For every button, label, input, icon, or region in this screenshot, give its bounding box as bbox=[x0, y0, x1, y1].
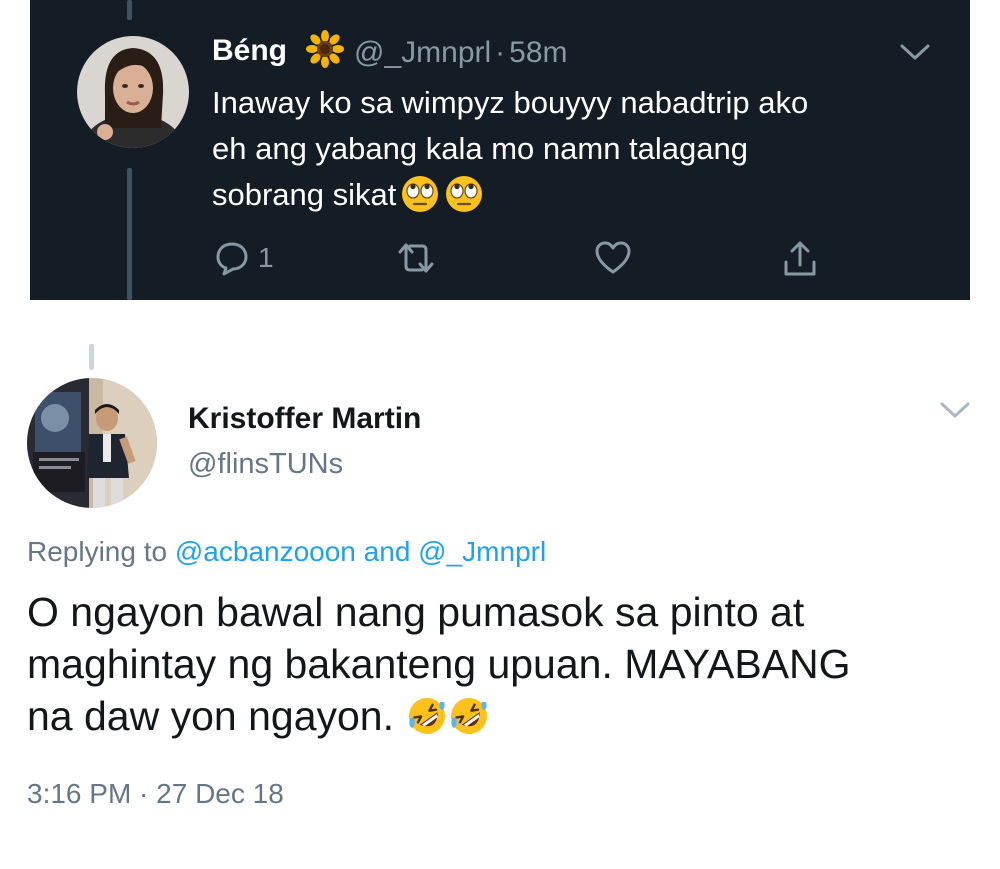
tweet-meta: @_Jmnprl · 58m bbox=[354, 36, 568, 70]
meta-separator: · bbox=[495, 36, 506, 69]
tweet-text-line: Inaway ko sa wimpyz bouyyy nabadtrip ako bbox=[212, 85, 809, 120]
display-name[interactable]: Béng bbox=[212, 34, 287, 68]
rolling-on-floor-laughing-icon bbox=[449, 696, 489, 736]
thread-line bbox=[89, 344, 94, 370]
thread-line-bottom bbox=[127, 168, 132, 300]
tweet-text-line: na daw yon ngayon. bbox=[27, 693, 394, 739]
tweet-text-line-last: sobrang sikat bbox=[212, 172, 932, 218]
tweet-text: Inaway ko sa wimpyz bouyyy nabadtrip ako… bbox=[212, 80, 932, 218]
like-icon[interactable] bbox=[594, 240, 632, 276]
tweet-text: O ngayon bawal nang pumasok sa pinto at … bbox=[27, 586, 977, 742]
tweet-text-line-last: na daw yon ngayon. bbox=[27, 690, 977, 742]
handle[interactable]: @flinsTUNs bbox=[188, 448, 343, 481]
replying-to: Replying to @acbanzooon and @_Jmnprl bbox=[27, 536, 546, 568]
rolling-on-floor-laughing-icon bbox=[407, 696, 447, 736]
face-with-rolling-eyes-icon bbox=[444, 174, 484, 214]
quoted-tweet[interactable]: Béng @_Jmnprl · 58m Inaway ko sa wimpyz bo… bbox=[30, 0, 970, 300]
display-name[interactable]: Kristoffer Martin bbox=[188, 402, 421, 436]
avatar[interactable] bbox=[77, 36, 189, 148]
share-icon[interactable] bbox=[782, 240, 818, 276]
chevron-down-icon[interactable] bbox=[938, 400, 972, 420]
tweet-text-line: sobrang sikat bbox=[212, 177, 397, 212]
reply-icon[interactable] bbox=[214, 240, 250, 276]
thread-line-top bbox=[127, 0, 132, 20]
face-with-rolling-eyes-icon bbox=[400, 174, 440, 214]
avatar[interactable] bbox=[27, 378, 157, 508]
chevron-down-icon[interactable] bbox=[898, 42, 932, 62]
retweet-icon[interactable] bbox=[394, 240, 438, 276]
tweet-timestamp[interactable]: 3:16 PM · 27 Dec 18 bbox=[27, 778, 284, 810]
handle[interactable]: @_Jmnprl bbox=[354, 36, 491, 69]
replying-joiner[interactable]: and bbox=[356, 536, 418, 567]
sunflower-icon bbox=[306, 30, 344, 68]
tweet-text-line: maghintay ng bakanteng upuan. MAYABANG bbox=[27, 641, 851, 687]
tweet-text-line: O ngayon bawal nang pumasok sa pinto at bbox=[27, 589, 805, 635]
mention-link[interactable]: @acbanzooon bbox=[175, 536, 356, 567]
relative-time[interactable]: 58m bbox=[509, 36, 567, 69]
replying-prefix: Replying to bbox=[27, 536, 175, 567]
mention-link[interactable]: @_Jmnprl bbox=[418, 536, 546, 567]
tweet-text-line: eh ang yabang kala mo namn talagang bbox=[212, 131, 749, 166]
reply-count: 1 bbox=[258, 242, 274, 273]
